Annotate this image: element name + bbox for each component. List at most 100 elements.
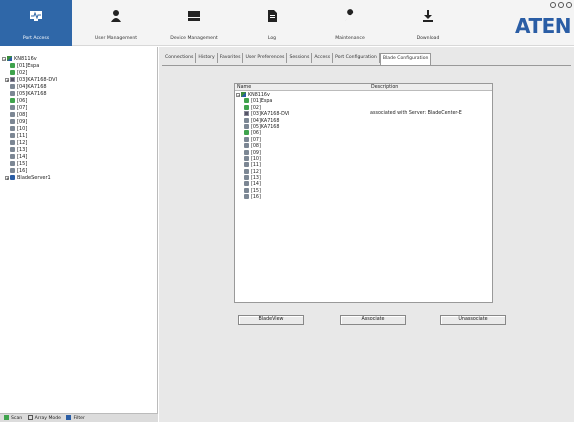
table-header: Name Description bbox=[235, 84, 492, 91]
port-icon bbox=[244, 117, 249, 123]
tree-port[interactable]: [02] bbox=[2, 70, 156, 77]
blade-tree-port[interactable]: [16] bbox=[236, 194, 491, 200]
tree-blade-server-label: BladeServer1 bbox=[17, 175, 51, 181]
associate-button[interactable]: Associate bbox=[340, 315, 406, 325]
blade-tree-port-label: [14] bbox=[251, 182, 261, 188]
tree-port[interactable]: [11] bbox=[2, 133, 156, 140]
user-icon bbox=[111, 10, 121, 22]
tree-port[interactable]: [10] bbox=[2, 126, 156, 133]
blade-tree: − KN8116v [01]Espa [02] [03]KA7168-DVI assoc… bbox=[236, 92, 491, 201]
brand-logo: ATEN bbox=[515, 14, 571, 38]
blade-tree-port-label: [15] bbox=[251, 188, 261, 194]
tab-blade-configuration[interactable]: Blade Configuration bbox=[379, 53, 432, 65]
toolbar-maintenance[interactable]: Maintenance bbox=[314, 0, 386, 46]
blade-tree-port-label: [03]KA7168-DVI bbox=[251, 112, 290, 118]
port-icon bbox=[244, 130, 249, 136]
blade-tree-port-label: [09] bbox=[251, 150, 261, 156]
tree-port[interactable]: [01]Espa bbox=[2, 63, 156, 70]
blade-configuration-panel: Name Description − KN8116v [01]Espa [02] [0… bbox=[162, 65, 571, 420]
tree-port[interactable]: [13] bbox=[2, 147, 156, 154]
toolbar-user-management[interactable]: User Management bbox=[80, 0, 152, 46]
top-toolbar: Port Access User Management Device Manag… bbox=[0, 0, 574, 46]
tree-port[interactable]: [06] bbox=[2, 98, 156, 105]
tree-port-label: [11] bbox=[17, 133, 28, 139]
tree-port[interactable]: [09] bbox=[2, 119, 156, 126]
port-tree-panel: − KN8116v [01]Espa [02] + [03]KA7168-DVI [… bbox=[0, 47, 158, 422]
tree-port[interactable]: [07] bbox=[2, 105, 156, 112]
port-icon bbox=[244, 143, 249, 149]
close-icon[interactable] bbox=[566, 2, 572, 8]
array-mode-icon bbox=[27, 415, 33, 420]
scan-button[interactable]: Scan bbox=[4, 415, 23, 421]
port-icon bbox=[244, 162, 249, 168]
tree-port[interactable]: [15] bbox=[2, 161, 156, 168]
toolbar-log[interactable]: Log bbox=[236, 0, 308, 46]
help-icon[interactable] bbox=[558, 2, 564, 8]
bladeview-button[interactable]: BladeView bbox=[238, 315, 304, 325]
tab-sessions[interactable]: Sessions bbox=[287, 53, 313, 63]
minimize-icon[interactable] bbox=[550, 2, 556, 8]
port-icon bbox=[10, 84, 15, 89]
tree-port-label: [07] bbox=[17, 105, 28, 111]
tree-port-label: [01]Espa bbox=[17, 63, 40, 69]
array-mode-button[interactable]: Array Mode bbox=[27, 415, 61, 421]
tab-favorites[interactable]: Favorites bbox=[218, 53, 244, 63]
port-icon bbox=[10, 147, 15, 152]
port-icon bbox=[10, 63, 15, 68]
blade-tree-root-label: KN8116v bbox=[248, 93, 270, 98]
filter-button[interactable]: Filter bbox=[66, 415, 85, 421]
port-icon bbox=[10, 161, 15, 166]
blade-tree-port-label: [06] bbox=[251, 131, 261, 137]
unassociate-button[interactable]: Unassociate bbox=[440, 315, 506, 325]
blade-tree-port-label: [07] bbox=[251, 137, 261, 143]
download-icon bbox=[423, 10, 433, 22]
blade-tree-port-label: [12] bbox=[251, 169, 261, 175]
tree-port[interactable]: [14] bbox=[2, 154, 156, 161]
tree-port[interactable]: [16] bbox=[2, 168, 156, 175]
expand-icon[interactable]: + bbox=[5, 175, 9, 180]
column-header-name[interactable]: Name bbox=[237, 84, 251, 91]
wrench-icon bbox=[345, 9, 354, 21]
tree-blade-server[interactable]: + BladeServer1 bbox=[2, 175, 156, 182]
tab-bar: Connections History Favorites User Prefe… bbox=[159, 53, 574, 65]
tree-root[interactable]: − KN8116v bbox=[2, 56, 156, 63]
array-mode-label: Array Mode bbox=[34, 416, 61, 421]
tree-port-label: [14] bbox=[17, 154, 28, 160]
tree-port-label: [16] bbox=[17, 168, 28, 174]
port-icon bbox=[244, 123, 249, 129]
blade-tree-port-label: [16] bbox=[251, 195, 261, 201]
toolbar-label: Log bbox=[267, 36, 277, 41]
port-icon bbox=[10, 112, 15, 117]
tree-port[interactable]: [05]KA7168 bbox=[2, 91, 156, 98]
tree-port-label: [02] bbox=[17, 70, 28, 76]
collapse-icon[interactable]: − bbox=[2, 56, 6, 61]
tab-history[interactable]: History bbox=[196, 53, 218, 63]
tree-port[interactable]: [12] bbox=[2, 140, 156, 147]
tab-access[interactable]: Access bbox=[312, 53, 334, 63]
port-icon bbox=[10, 126, 15, 131]
switch-icon bbox=[7, 56, 12, 61]
port-icon bbox=[244, 175, 249, 181]
tab-port-configuration[interactable]: Port Configuration bbox=[333, 53, 380, 63]
tree-port-label: [13] bbox=[17, 147, 28, 153]
device-icon bbox=[188, 11, 200, 21]
tab-user-preferences[interactable]: User Preferences bbox=[243, 53, 288, 63]
port-icon bbox=[10, 133, 15, 138]
port-icon bbox=[10, 168, 15, 173]
tree-port[interactable]: + [03]KA7168-DVI bbox=[2, 77, 156, 84]
port-icon bbox=[10, 98, 15, 103]
tab-connections[interactable]: Connections bbox=[163, 53, 197, 63]
tree-port-label: [05]KA7168 bbox=[17, 91, 47, 97]
toolbar-download[interactable]: Download bbox=[392, 0, 464, 46]
collapse-icon[interactable]: − bbox=[236, 92, 240, 97]
expand-icon[interactable]: + bbox=[5, 77, 9, 82]
tree-port[interactable]: [08] bbox=[2, 112, 156, 119]
tree-port-label: [04]KA7168 bbox=[17, 84, 47, 90]
toolbar-port-access[interactable]: Port Access bbox=[0, 0, 72, 46]
scan-label: Scan bbox=[11, 416, 23, 421]
kvm-adapter-icon bbox=[10, 77, 15, 82]
toolbar-device-management[interactable]: Device Management bbox=[158, 0, 230, 46]
tree-root-label: KN8116v bbox=[14, 56, 37, 62]
column-header-description[interactable]: Description bbox=[371, 84, 398, 91]
tree-port[interactable]: [04]KA7168 bbox=[2, 84, 156, 91]
